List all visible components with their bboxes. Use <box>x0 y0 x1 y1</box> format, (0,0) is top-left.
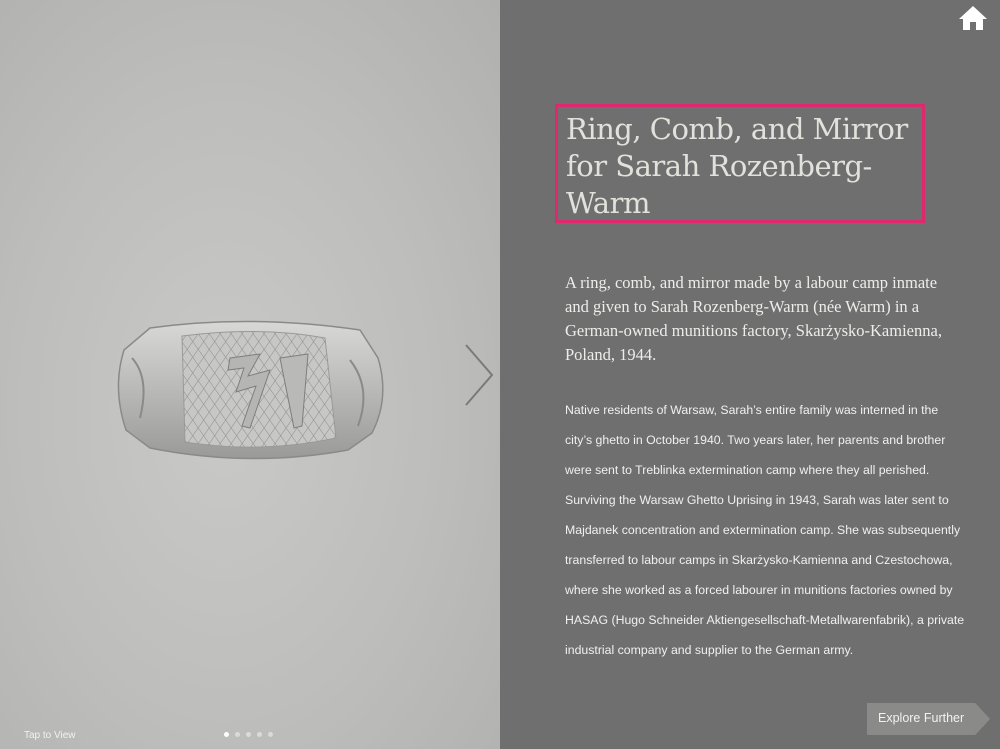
tap-to-view-label[interactable]: Tap to View <box>24 730 76 741</box>
home-icon[interactable] <box>958 4 988 32</box>
explore-further-label: Explore Further <box>878 711 965 725</box>
article-lead: A ring, comb, and mirror made by a labou… <box>565 273 942 364</box>
article-body: Native residents of Warsaw, Sarah’s enti… <box>565 403 965 657</box>
page-dot-1[interactable] <box>224 732 229 737</box>
explore-further-button[interactable]: Explore Further <box>867 703 990 735</box>
artifact-image-panel[interactable]: Tap to View <box>0 0 500 749</box>
chevron-right-icon[interactable] <box>458 343 498 407</box>
page-dot-2[interactable] <box>235 732 240 737</box>
article-title: Ring, Comb, and Mirror for Sarah Rozenbe… <box>566 112 908 220</box>
page-dot-3[interactable] <box>246 732 251 737</box>
ring-image <box>117 320 384 460</box>
page-dot-5[interactable] <box>268 732 273 737</box>
page-dot-4[interactable] <box>257 732 262 737</box>
page-indicator[interactable] <box>224 732 273 737</box>
